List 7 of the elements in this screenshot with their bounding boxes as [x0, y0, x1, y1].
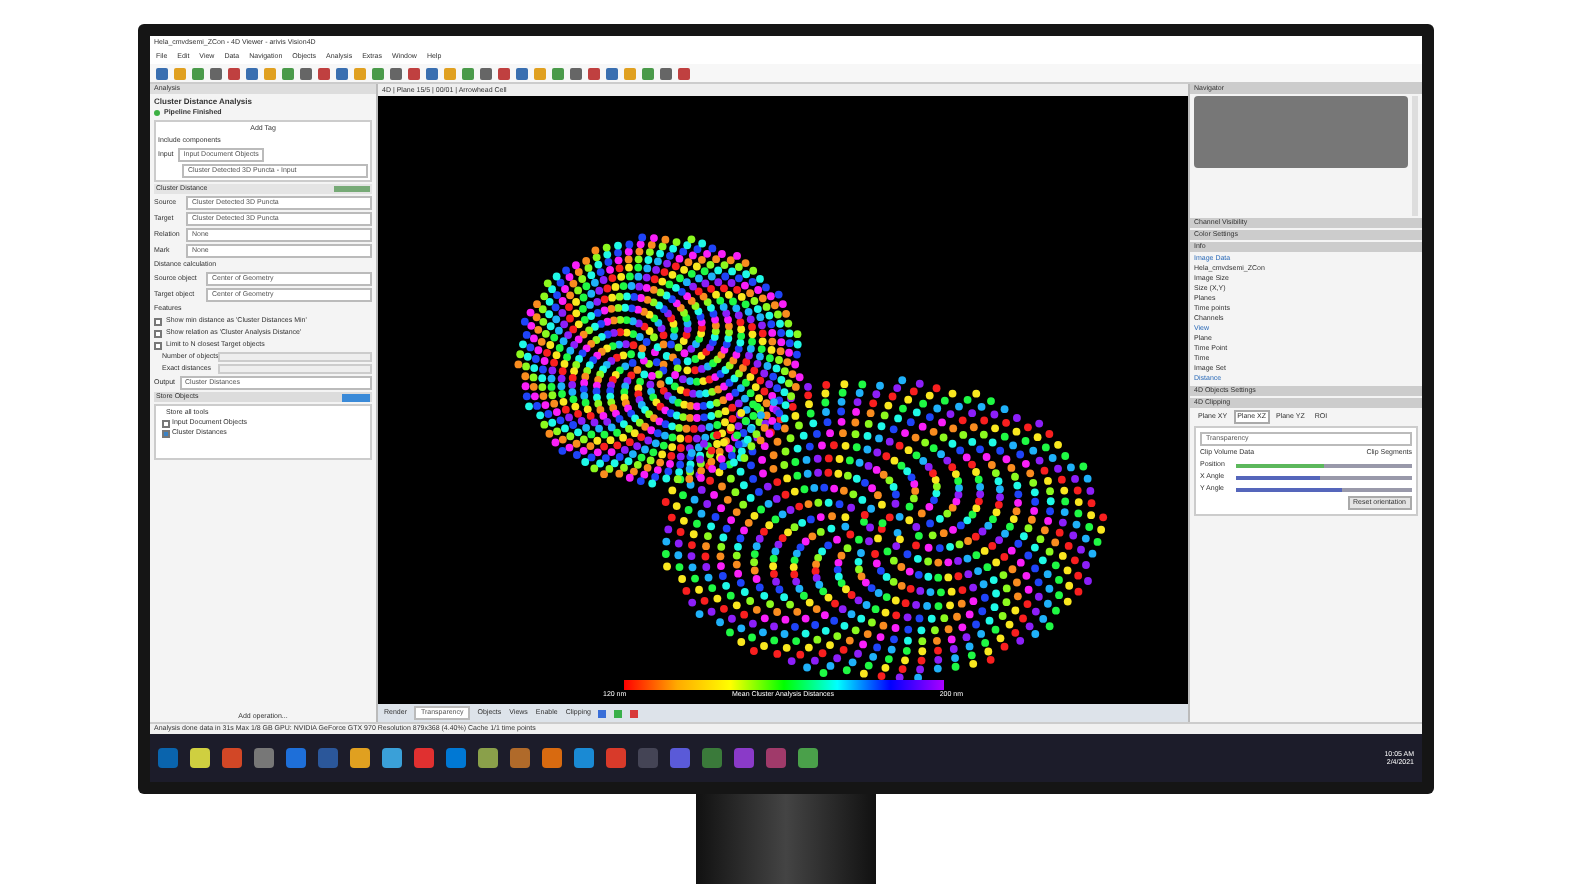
- checkbox[interactable]: [154, 317, 162, 325]
- checkbox[interactable]: [154, 329, 162, 337]
- distance-field[interactable]: [218, 364, 372, 374]
- checkbox[interactable]: [154, 341, 162, 349]
- number-field[interactable]: [218, 352, 372, 362]
- checkbox[interactable]: [162, 419, 170, 427]
- checkbox[interactable]: [162, 429, 170, 437]
